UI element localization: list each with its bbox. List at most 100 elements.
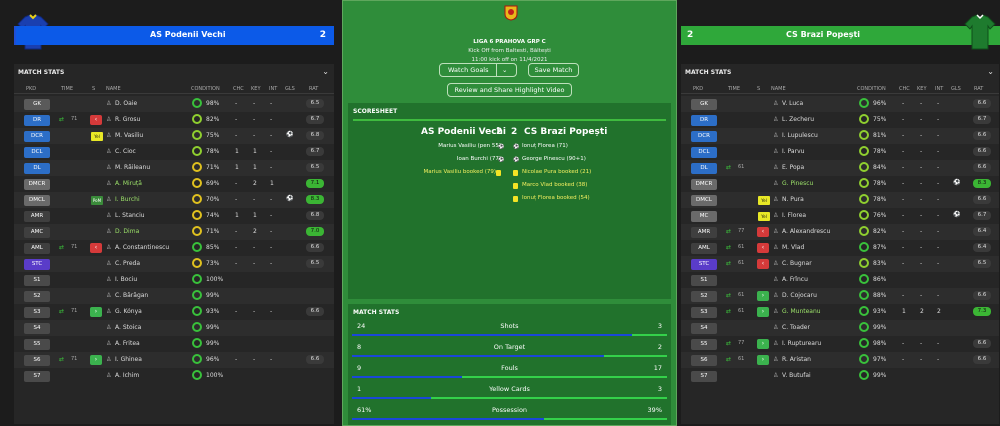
player-name[interactable]: C. Bugnar [782, 260, 812, 267]
player-row[interactable]: S1 ♙ A. Frîncu 86% [681, 272, 999, 288]
subbed-on-icon[interactable]: › [90, 307, 102, 317]
player-row[interactable]: MC Yel ♙ I. Florea 76% - - - ⚽ 6.7 [681, 208, 999, 224]
col-int[interactable]: INT [935, 86, 943, 92]
player-name[interactable]: D. Dima [115, 228, 139, 235]
player-name[interactable]: V. Luca [782, 100, 803, 107]
col-time[interactable]: TIME [728, 86, 740, 92]
col-s[interactable]: S [757, 86, 760, 92]
col-key[interactable]: KEY [917, 86, 927, 92]
col-rat[interactable]: RAT [974, 86, 983, 92]
player-row[interactable]: S5 ⇄ 77 › ♙ I. Rupturearu 98% - - - 6.6 [681, 336, 999, 352]
player-name[interactable]: D. Oaie [115, 100, 137, 107]
home-team-name[interactable]: AS Podenii Vechi [150, 30, 226, 39]
player-name[interactable]: L. Zecheru [782, 116, 814, 123]
player-name[interactable]: C. Preda [115, 260, 140, 267]
player-name[interactable]: G. Munteanu [782, 308, 821, 315]
player-name[interactable]: I. Bociu [115, 276, 137, 283]
player-row[interactable]: DL ♙ M. Răileanu 71% 1 1 - 6.5 [14, 160, 334, 176]
col-time[interactable]: TIME [61, 86, 73, 92]
player-row[interactable]: STC ⇄ 61 ‹ ♙ C. Bugnar 83% - - - 6.5 [681, 256, 999, 272]
col-gls[interactable]: GLS [285, 86, 295, 92]
player-row[interactable]: AMR ⇄ 77 ‹ ♙ A. Alexandrescu 82% - - - 6.4 [681, 224, 999, 240]
save-match-button[interactable]: Save Match [528, 63, 579, 77]
col-condition[interactable]: CONDITION [857, 86, 886, 92]
subbed-off-icon[interactable]: ‹ [757, 243, 769, 253]
player-name[interactable]: M. Răileanu [115, 164, 150, 171]
player-name[interactable]: G. Pinescu [782, 180, 813, 187]
player-name[interactable]: A. Stoica [115, 324, 141, 331]
player-name[interactable]: A. Frîncu [782, 276, 808, 283]
player-name[interactable]: E. Popa [782, 164, 804, 171]
subbed-on-icon[interactable]: › [757, 355, 769, 365]
player-row[interactable]: S4 ♙ A. Stoica 99% [14, 320, 334, 336]
player-row[interactable]: AMR ♙ L. Stanciu 74% 1 1 - 6.8 [14, 208, 334, 224]
player-row[interactable]: AML ⇄ 61 ‹ ♙ M. Vlad 87% - - - 6.4 [681, 240, 999, 256]
player-name[interactable]: M. Vlad [782, 244, 804, 251]
player-name[interactable]: R. Grosu [115, 116, 140, 123]
player-row[interactable]: S7 ♙ A. Ichim 100% [14, 368, 334, 384]
player-row[interactable]: S6 ⇄ 71 › ♙ I. Ghinea 96% - - - 6.6 [14, 352, 334, 368]
player-row[interactable]: S7 ♙ V. Butufai 99% [681, 368, 999, 384]
player-row[interactable]: S1 ♙ I. Bociu 100% [14, 272, 334, 288]
player-name[interactable]: G. Kónya [115, 308, 142, 315]
col-pkd[interactable]: PKD [26, 86, 36, 92]
player-name[interactable]: I. Lupulescu [782, 132, 818, 139]
player-row[interactable]: AML ⇄ 71 ‹ ♙ A. Constantinescu 85% - - - 6.6 [14, 240, 334, 256]
player-row[interactable]: GK ♙ D. Oaie 98% - - - 6.5 [14, 96, 334, 112]
player-row[interactable]: GK ♙ V. Luca 96% - - - 6.6 [681, 96, 999, 112]
dropdown-arrow-icon[interactable]: ⌄ [502, 64, 507, 76]
player-row[interactable]: DCL ♙ I. Parvu 78% - - - 6.6 [681, 144, 999, 160]
player-name[interactable]: L. Stanciu [115, 212, 145, 219]
col-key[interactable]: KEY [251, 86, 261, 92]
player-row[interactable]: S6 ⇄ 61 › ♙ R. Aristan 97% - - - 6.6 [681, 352, 999, 368]
player-row[interactable]: DR ⇄ 71 ‹ ♙ R. Grosu 82% - - - 6.7 [14, 112, 334, 128]
player-name[interactable]: A. Alexandrescu [782, 228, 830, 235]
review-share-button[interactable]: Review and Share Highlight Video [447, 83, 572, 97]
col-condition[interactable]: CONDITION [191, 86, 220, 92]
player-row[interactable]: S3 ⇄ 61 › ♙ G. Munteanu 93% 1 2 2 7.3 [681, 304, 999, 320]
col-chc[interactable]: CHC [233, 86, 244, 92]
player-row[interactable]: DCL ♙ C. Cioc 78% 1 1 - 6.7 [14, 144, 334, 160]
player-name[interactable]: C. Toader [782, 324, 810, 331]
player-row[interactable]: DL ⇄ 61 ♙ E. Popa 84% - - - 6.6 [681, 160, 999, 176]
player-name[interactable]: I. Burchi [115, 196, 140, 203]
player-row[interactable]: S4 ♙ C. Toader 99% [681, 320, 999, 336]
col-name[interactable]: NAME [771, 86, 786, 92]
chevron-down-icon[interactable]: ⌄ [322, 67, 329, 76]
col-chc[interactable]: CHC [899, 86, 910, 92]
watch-goals-button[interactable]: Watch Goals ⌄ [439, 63, 517, 77]
player-row[interactable]: DMCL Yel ♙ N. Pura 78% - - - 6.6 [681, 192, 999, 208]
player-name[interactable]: I. Rupturearu [782, 340, 821, 347]
player-row[interactable]: DR ♙ L. Zecheru 75% - - - 6.7 [681, 112, 999, 128]
player-name[interactable]: V. Butufai [782, 372, 811, 379]
player-name[interactable]: I. Florea [782, 212, 806, 219]
col-gls[interactable]: GLS [951, 86, 961, 92]
player-name[interactable]: C. Cioc [115, 148, 136, 155]
subbed-on-icon[interactable]: › [757, 339, 769, 349]
player-row[interactable]: DMCR ♙ G. Pinescu 78% - - - ⚽ 8.3 [681, 176, 999, 192]
player-row[interactable]: S5 ♙ A. Fritea 99% [14, 336, 334, 352]
player-row[interactable]: S2 ♙ C. Bărăgan 99% [14, 288, 334, 304]
player-row[interactable]: AMC ♙ D. Dima 71% - 2 - 7.0 [14, 224, 334, 240]
player-row[interactable]: STC ♙ C. Preda 73% - - - 6.5 [14, 256, 334, 272]
subbed-off-icon[interactable]: ‹ [757, 259, 769, 269]
col-rat[interactable]: RAT [309, 86, 318, 92]
player-name[interactable]: A. Ichim [115, 372, 139, 379]
col-int[interactable]: INT [269, 86, 277, 92]
subbed-on-icon[interactable]: › [757, 291, 769, 301]
player-name[interactable]: A. Constantinescu [115, 244, 169, 251]
subbed-on-icon[interactable]: › [757, 307, 769, 317]
player-name[interactable]: D. Cojocaru [782, 292, 817, 299]
subbed-off-icon[interactable]: ‹ [90, 243, 102, 253]
player-row[interactable]: DMCR ♙ A. Miruță 69% - 2 1 7.1 [14, 176, 334, 192]
player-row[interactable]: S2 ⇄ 61 › ♙ D. Cojocaru 88% - - - 6.6 [681, 288, 999, 304]
col-pkd[interactable]: PKD [693, 86, 703, 92]
subbed-off-icon[interactable]: ‹ [757, 227, 769, 237]
subbed-off-icon[interactable]: ‹ [90, 115, 102, 125]
col-s[interactable]: S [92, 86, 95, 92]
player-name[interactable]: I. Ghinea [115, 356, 142, 363]
player-name[interactable]: R. Aristan [782, 356, 811, 363]
away-team-name[interactable]: CS Brazi Popești [786, 30, 860, 39]
player-name[interactable]: A. Fritea [115, 340, 140, 347]
chevron-down-icon[interactable]: ⌄ [987, 67, 994, 76]
